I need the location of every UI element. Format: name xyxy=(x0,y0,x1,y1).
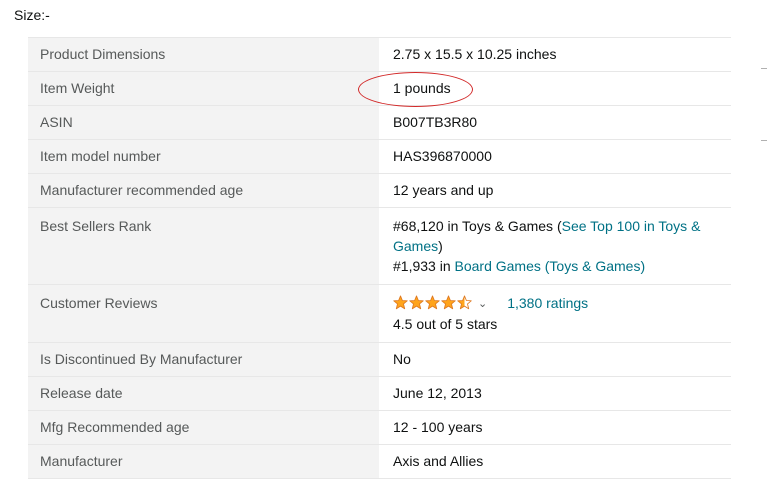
detail-label: Product Dimensions xyxy=(28,37,379,72)
detail-value: 12 - 100 years xyxy=(393,419,483,435)
detail-row-customer-reviews: Customer Reviews ⌄ 1,380 ratings 4.5 out … xyxy=(28,284,731,343)
star-icon xyxy=(425,295,440,310)
star-icon xyxy=(393,295,408,310)
detail-value: 12 years and up xyxy=(393,182,494,198)
detail-label: Is Discontinued By Manufacturer xyxy=(28,342,379,377)
ratings-count-link[interactable]: 1,380 ratings xyxy=(507,295,588,311)
detail-label: Best Sellers Rank xyxy=(28,207,379,285)
detail-row-release-date: Release date June 12, 2013 xyxy=(28,376,731,411)
detail-label: Manufacturer xyxy=(28,444,379,479)
detail-row-asin: ASIN B007TB3R80 xyxy=(28,105,731,140)
detail-label: Mfg Recommended age xyxy=(28,410,379,445)
detail-label: Release date xyxy=(28,376,379,411)
detail-row-product-dimensions: Product Dimensions 2.75 x 15.5 x 10.25 i… xyxy=(28,37,731,72)
detail-value: 2.75 x 15.5 x 10.25 inches xyxy=(393,46,557,62)
star-icon xyxy=(441,295,456,310)
rank-text: #1,933 in xyxy=(393,258,455,274)
rating-text: 4.5 out of 5 stars xyxy=(393,316,498,332)
detail-value: Axis and Allies xyxy=(393,453,484,469)
detail-value: No xyxy=(393,351,411,367)
best-sellers-rank-value: #68,120 in Toys & Games (See Top 100 in … xyxy=(379,208,731,285)
board-games-category-link[interactable]: Board Games (Toys & Games) xyxy=(455,258,646,274)
detail-value: June 12, 2013 xyxy=(393,385,482,401)
star-icon xyxy=(409,295,424,310)
detail-row-item-model-number: Item model number HAS396870000 xyxy=(28,139,731,174)
detail-label: Manufacturer recommended age xyxy=(28,173,379,208)
edge-divider xyxy=(761,140,767,141)
rank-text: #68,120 in Toys & Games ( xyxy=(393,218,562,234)
detail-value: 1 pounds xyxy=(393,80,451,96)
star-icon xyxy=(457,295,472,310)
detail-row-best-sellers-rank: Best Sellers Rank #68,120 in Toys & Game… xyxy=(28,207,731,285)
detail-label: Customer Reviews xyxy=(28,284,379,343)
product-details-table: Product Dimensions 2.75 x 15.5 x 10.25 i… xyxy=(28,37,731,479)
detail-row-item-weight: Item Weight 1 pounds xyxy=(28,71,731,106)
detail-label: Item model number xyxy=(28,139,379,174)
detail-row-manufacturer-recommended-age: Manufacturer recommended age 12 years an… xyxy=(28,173,731,208)
size-label: Size:- xyxy=(14,7,50,23)
edge-divider xyxy=(761,68,767,69)
detail-label: Item Weight xyxy=(28,71,379,106)
star-rating[interactable] xyxy=(393,295,472,310)
detail-value: HAS396870000 xyxy=(393,148,492,164)
chevron-down-icon[interactable]: ⌄ xyxy=(478,298,487,310)
detail-row-manufacturer: Manufacturer Axis and Allies xyxy=(28,444,731,479)
detail-row-mfg-recommended-age: Mfg Recommended age 12 - 100 years xyxy=(28,410,731,445)
rank-text-close: ) xyxy=(438,238,443,254)
customer-reviews-value: ⌄ 1,380 ratings 4.5 out of 5 stars xyxy=(379,285,731,343)
detail-row-is-discontinued: Is Discontinued By Manufacturer No xyxy=(28,342,731,377)
detail-label: ASIN xyxy=(28,105,379,140)
detail-value: B007TB3R80 xyxy=(393,114,478,130)
